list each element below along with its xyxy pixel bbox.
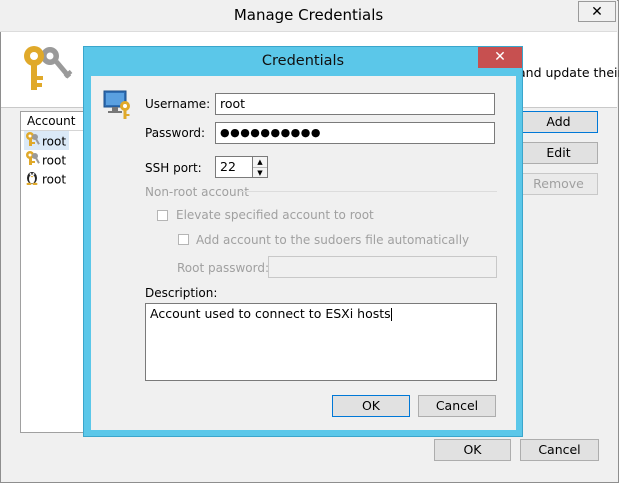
- account-name: root: [42, 134, 67, 149]
- root-password-label: Root password:: [177, 261, 270, 275]
- text-cursor: [390, 308, 392, 321]
- elevate-label: Elevate specified account to root: [176, 208, 374, 222]
- dialog-close-button[interactable]: ✕: [478, 47, 522, 68]
- sudoers-label: Add account to the sudoers file automati…: [196, 233, 470, 247]
- ssh-port-field[interactable]: 22: [215, 156, 253, 178]
- account-row[interactable]: root: [24, 169, 66, 188]
- chevron-up-icon[interactable]: ▲: [253, 157, 267, 168]
- outer-window-title: Manage Credentials: [233, 6, 384, 24]
- account-name: root: [42, 153, 67, 168]
- outer-cancel-button[interactable]: Cancel: [520, 439, 599, 461]
- username-field[interactable]: root: [215, 93, 495, 115]
- dialog-cancel-button[interactable]: Cancel: [418, 395, 496, 417]
- password-field[interactable]: ●●●●●●●●●●: [215, 122, 495, 144]
- credentials-monitor-icon: [103, 90, 130, 119]
- elevate-checkbox[interactable]: [157, 210, 168, 221]
- description-text: Account used to connect to ESXi hosts: [150, 306, 391, 321]
- edit-button[interactable]: Edit: [519, 142, 598, 164]
- sudoers-checkbox[interactable]: [178, 234, 189, 245]
- account-name: root: [42, 172, 67, 187]
- banner-description-text: and update their: [518, 65, 619, 80]
- outer-close-button[interactable]: ✕: [578, 1, 616, 22]
- keys-banner-icon: [24, 46, 73, 90]
- dialog-title: Credentials: [261, 53, 345, 69]
- password-label: Password:: [145, 126, 206, 140]
- linux-penguin-icon: [24, 169, 40, 191]
- description-field[interactable]: Account used to connect to ESXi hosts: [145, 303, 497, 381]
- description-label: Description:: [145, 286, 218, 300]
- nonroot-separator: [240, 191, 497, 192]
- account-row[interactable]: root: [24, 131, 69, 150]
- account-row[interactable]: root: [24, 150, 66, 169]
- remove-button[interactable]: Remove: [519, 173, 598, 195]
- account-column-header[interactable]: Account: [21, 112, 88, 131]
- ssh-port-label: SSH port:: [145, 161, 202, 175]
- outer-ok-button[interactable]: OK: [434, 439, 511, 461]
- nonroot-section-heading: Non-root account: [145, 185, 249, 199]
- chevron-down-icon[interactable]: ▼: [253, 168, 267, 178]
- root-password-field[interactable]: [268, 256, 497, 278]
- add-button[interactable]: Add: [519, 111, 598, 133]
- username-label: Username:: [145, 97, 211, 111]
- dialog-ok-button[interactable]: OK: [332, 395, 410, 417]
- ssh-port-stepper[interactable]: ▲ ▼: [252, 156, 268, 178]
